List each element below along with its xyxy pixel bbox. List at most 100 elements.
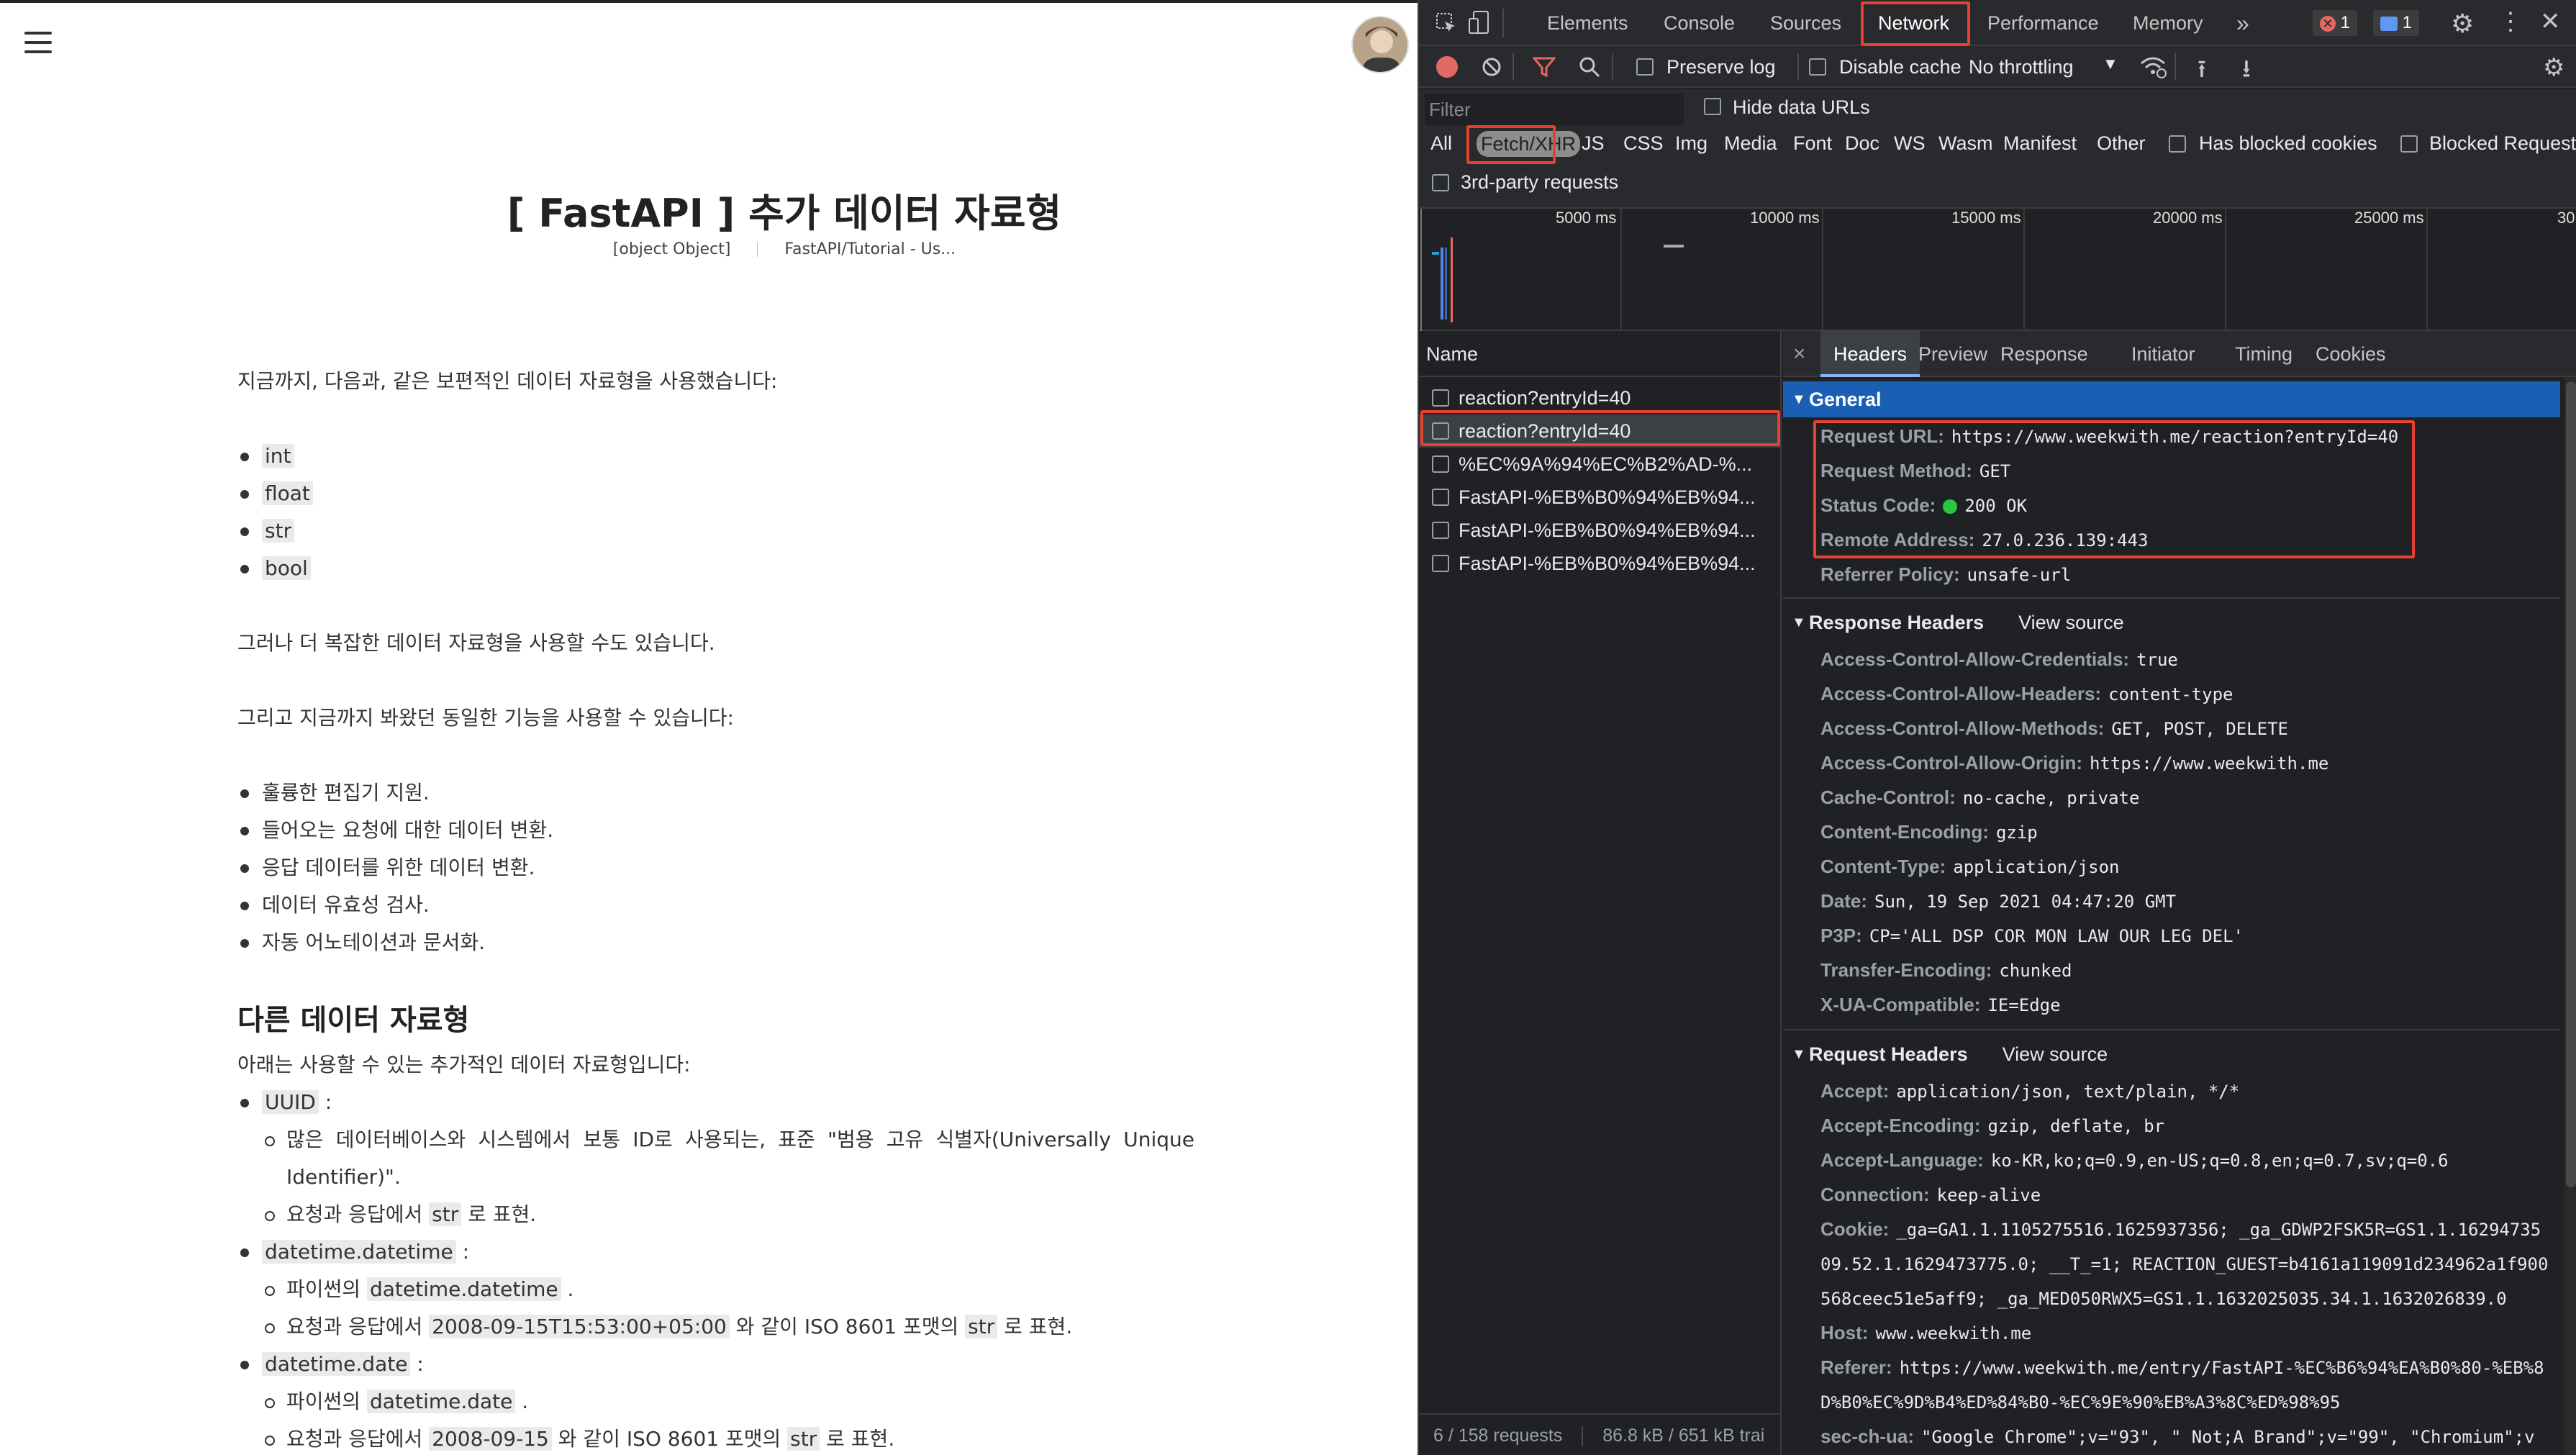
disable-cache-label: Disable cache (1839, 56, 1962, 78)
preserve-log-checkbox[interactable] (1636, 58, 1654, 76)
blocked-requests-checkbox[interactable] (2400, 135, 2418, 153)
more-tabs-icon[interactable]: » (2236, 0, 2249, 46)
header-row: Accept-Language: ko-KR,ko;q=0.9,en-US;q=0… (1820, 1149, 2449, 1171)
filter-other[interactable]: Other (2097, 132, 2146, 155)
timeline-overview[interactable]: 5000 ms 10000 ms 15000 ms 20000 ms 25000… (1419, 209, 2576, 331)
avatar[interactable] (1351, 16, 1409, 73)
list-item: 파이썬의 datetime.date . (262, 1383, 1194, 1420)
timeline-tick-label: 25000 ms (2354, 209, 2424, 227)
filter-manifest[interactable]: Manifest (2003, 132, 2077, 155)
tab-timing[interactable]: Timing (2235, 331, 2292, 377)
header-row-continued: 568ceec51e5aff9; _ga_MED050RWX5=GS1.1.16… (1820, 1289, 2507, 1309)
list-item: 요청과 응답에서 2008-09-15 와 같이 ISO 8601 포맷의 st… (262, 1420, 1194, 1455)
filter-doc[interactable]: Doc (1845, 132, 1879, 155)
post-category[interactable]: FastAPI/Tutorial - Us... (784, 240, 956, 258)
more-options-icon[interactable]: ⋮ (2498, 7, 2523, 36)
view-source-link[interactable]: View source (2003, 1043, 2108, 1065)
clear-icon[interactable] (1481, 56, 1502, 78)
list-item-uuid: UUID : 많은 데이터베이스와 시스템에서 보통 ID로 사용되는, 표준 … (237, 1084, 1194, 1233)
request-summary: 6 / 158 requests 86.8 kB / 651 kB trai (1419, 1413, 1782, 1455)
filter-css[interactable]: CSS (1623, 132, 1664, 155)
section-response-headers[interactable]: ▼ Response Headers View source (1783, 604, 2560, 640)
list-item: float (237, 475, 1194, 512)
scrollbar-thumb[interactable] (2566, 381, 2576, 1187)
request-row[interactable]: %EC%9A%94%EC%B2%AD-%... (1419, 448, 1780, 481)
has-blocked-cookies-checkbox[interactable] (2169, 135, 2186, 153)
tab-preview[interactable]: Preview (1918, 331, 1987, 377)
devtools-tabbar: Elements Console Sources Network Perform… (1419, 0, 2576, 46)
close-detail-icon[interactable]: × (1793, 331, 1806, 377)
tab-cookies[interactable]: Cookies (2316, 331, 2386, 377)
list-item: 응답 데이터를 위한 데이터 변환. (237, 849, 1194, 887)
tab-response[interactable]: Response (2000, 331, 2088, 377)
tab-console[interactable]: Console (1664, 0, 1735, 46)
network-settings-gear-icon[interactable]: ⚙ (2543, 53, 2564, 82)
filter-js[interactable]: JS (1582, 132, 1605, 155)
header-row: Access-Control-Allow-Origin: https://www.… (1820, 752, 2329, 774)
meta-divider (757, 242, 758, 257)
timeline-tick-label: 10000 ms (1750, 209, 1820, 227)
inspect-icon[interactable] (1435, 12, 1458, 35)
section-general[interactable]: ▼ General (1783, 381, 2560, 417)
filter-input[interactable]: Filter (1425, 94, 1684, 125)
column-header-name[interactable]: Name (1419, 331, 1780, 377)
import-har-icon[interactable]: ⭱ (2198, 52, 2206, 93)
message-badge[interactable]: 1 (2373, 10, 2420, 36)
error-badge[interactable]: ✕ 1 (2313, 10, 2358, 36)
highlight-box (1466, 125, 1556, 164)
tab-initiator[interactable]: Initiator (2131, 331, 2195, 377)
request-row[interactable]: FastAPI-%EB%B0%94%EB%94... (1419, 481, 1780, 514)
post-date: [object Object] (612, 240, 731, 258)
throttling-select[interactable]: No throttling (1969, 56, 2074, 78)
list-item: 데이터 유효성 검사. (237, 887, 1194, 924)
list-item: 요청과 응답에서 str 로 표현. (262, 1196, 1194, 1233)
view-source-link[interactable]: View source (2018, 612, 2124, 633)
blog-page: [ FastAPI ] 추가 데이터 자료형 [object Object] F… (0, 0, 1418, 1455)
tab-performance[interactable]: Performance (1987, 0, 2099, 46)
filter-icon[interactable] (1533, 56, 1556, 78)
search-icon[interactable] (1579, 56, 1600, 78)
filter-font[interactable]: Font (1793, 132, 1832, 155)
menu-icon[interactable] (24, 32, 52, 53)
device-toolbar-icon[interactable] (1468, 10, 1491, 36)
highlight-box (1813, 420, 2415, 558)
post-title: [ FastAPI ] 추가 데이터 자료형 (507, 191, 1062, 236)
hide-data-urls-checkbox[interactable] (1704, 98, 1721, 115)
tab-elements[interactable]: Elements (1547, 0, 1628, 46)
timeline-marker (1420, 209, 1422, 331)
filter-media[interactable]: Media (1724, 132, 1777, 155)
filter-img[interactable]: Img (1675, 132, 1707, 155)
list-item-date: datetime.date : 파이썬의 datetime.date . 요청과… (237, 1346, 1194, 1455)
hide-data-urls-label: Hide data URLs (1733, 96, 1870, 118)
other-types-list: UUID : 많은 데이터베이스와 시스템에서 보통 ID로 사용되는, 표준 … (237, 1084, 1194, 1455)
list-item: int (237, 438, 1194, 475)
disable-cache-checkbox[interactable] (1809, 58, 1826, 76)
tab-headers[interactable]: Headers (1820, 331, 1920, 377)
header-row: Content-Type: application/json (1820, 856, 2120, 877)
export-har-icon[interactable]: ⭳ (2242, 52, 2251, 93)
list-item: 훌륭한 편집기 지원. (237, 774, 1194, 812)
tab-sources[interactable]: Sources (1770, 0, 1841, 46)
list-item: 자동 어노테이션과 문서화. (237, 924, 1194, 961)
section-request-headers[interactable]: ▼ Request Headers View source (1783, 1036, 2560, 1072)
filter-all[interactable]: All (1430, 132, 1452, 155)
close-devtools-icon[interactable]: ✕ (2540, 7, 2561, 36)
header-row: Referrer Policy: unsafe-url (1820, 563, 2072, 585)
basic-types-list: int float str bool (237, 438, 1194, 587)
request-row[interactable]: FastAPI-%EB%B0%94%EB%94... (1419, 514, 1780, 547)
header-row: Host: www.weekwith.me (1820, 1322, 2032, 1343)
settings-gear-icon[interactable]: ⚙ (2451, 9, 2474, 39)
filter-ws[interactable]: WS (1894, 132, 1926, 155)
record-icon[interactable] (1436, 56, 1458, 78)
network-conditions-icon[interactable] (2139, 55, 2167, 79)
detail-scrollbar[interactable] (2564, 377, 2576, 1455)
tab-memory[interactable]: Memory (2133, 0, 2203, 46)
header-row: Access-Control-Allow-Methods: GET, POST, … (1820, 717, 2288, 739)
chevron-down-icon[interactable]: ▼ (2103, 55, 2118, 73)
third-party-checkbox[interactable] (1432, 174, 1449, 191)
request-row[interactable]: FastAPI-%EB%B0%94%EB%94... (1419, 547, 1780, 580)
request-file-icon (1432, 455, 1449, 473)
devtools-panel: Elements Console Sources Network Perform… (1418, 0, 2576, 1455)
filter-wasm[interactable]: Wasm (1938, 132, 1993, 155)
timeline-tick-label: 30 (2557, 209, 2575, 227)
